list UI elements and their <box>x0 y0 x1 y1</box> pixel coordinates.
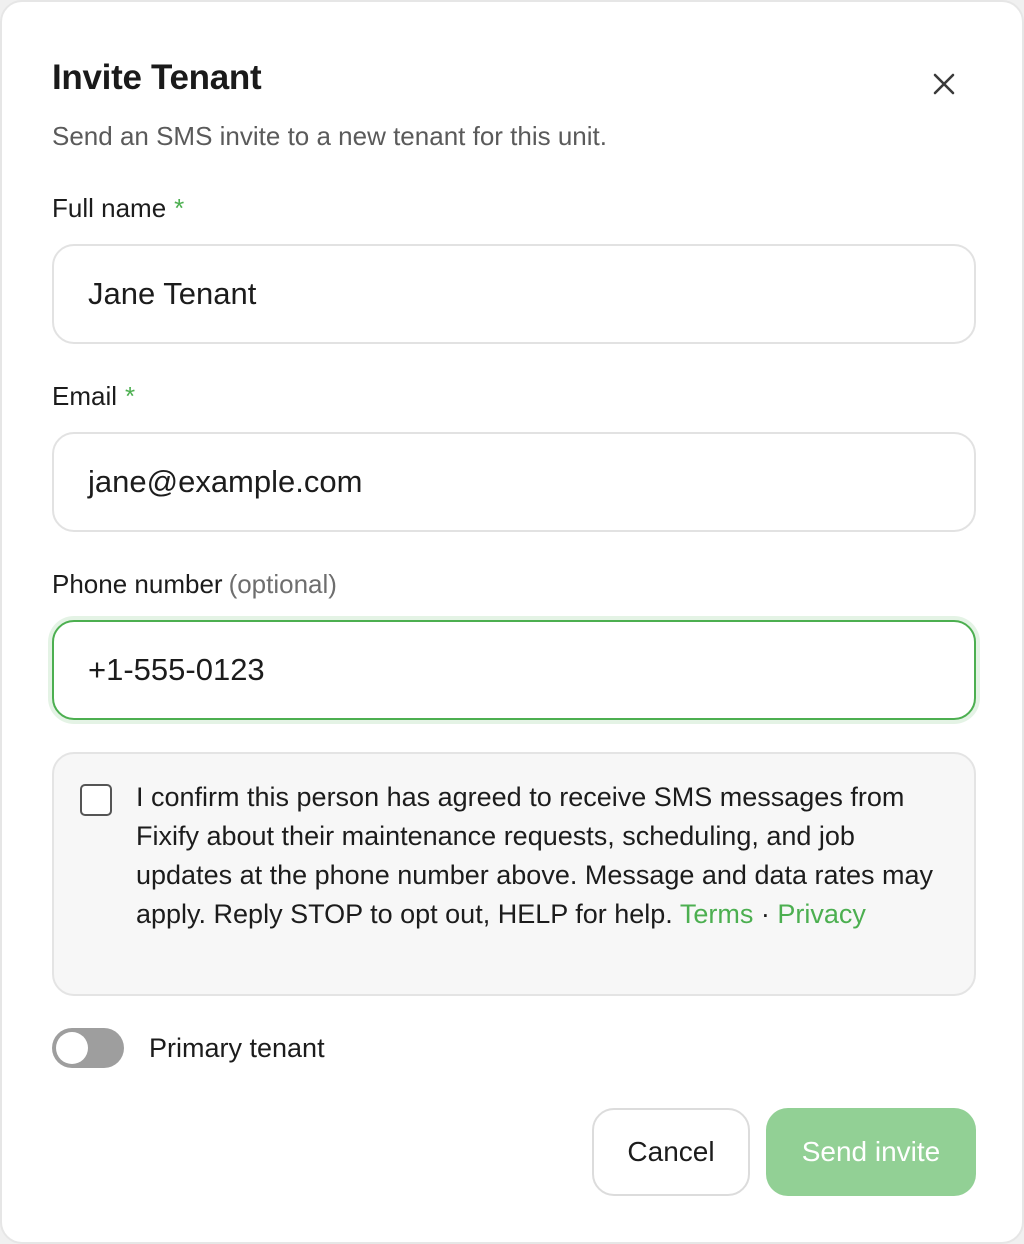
link-separator: · <box>760 899 770 929</box>
sms-consent-text: I confirm this person has agreed to rece… <box>136 778 956 934</box>
email-label: Email * <box>52 381 135 412</box>
full-name-value: Jane Tenant <box>88 276 257 311</box>
email-label-text: Email <box>52 381 118 411</box>
close-icon <box>933 73 955 95</box>
email-input[interactable]: jane@example.com <box>52 432 976 532</box>
required-mark: * <box>174 193 185 223</box>
required-mark: * <box>125 381 136 411</box>
full-name-input[interactable]: Jane Tenant <box>52 244 976 344</box>
phone-label: Phone number (optional) <box>52 569 337 600</box>
phone-label-text: Phone number <box>52 569 223 599</box>
toggle-knob <box>56 1032 88 1064</box>
email-value: jane@example.com <box>88 464 363 499</box>
dialog-subtitle: Send an SMS invite to a new tenant for t… <box>52 121 607 151</box>
optional-note: (optional) <box>228 569 337 599</box>
phone-input[interactable]: +1-555-0123 <box>52 620 976 720</box>
full-name-label: Full name * <box>52 193 184 224</box>
sms-consent-box: I confirm this person has agreed to rece… <box>52 752 976 996</box>
full-name-label-text: Full name <box>52 193 167 223</box>
primary-tenant-label: Primary tenant <box>149 1033 325 1063</box>
dialog-title: Invite Tenant <box>52 58 262 97</box>
close-button[interactable] <box>924 64 964 104</box>
invite-tenant-dialog: Invite Tenant Send an SMS invite to a ne… <box>0 0 1024 1244</box>
primary-tenant-toggle[interactable] <box>52 1028 124 1068</box>
privacy-link[interactable]: Privacy <box>777 899 866 929</box>
terms-link[interactable]: Terms <box>680 899 754 929</box>
phone-value: +1-555-0123 <box>88 652 265 687</box>
send-invite-button[interactable]: Send invite <box>766 1108 976 1196</box>
sms-consent-checkbox[interactable] <box>80 784 112 816</box>
cancel-button[interactable]: Cancel <box>592 1108 750 1196</box>
